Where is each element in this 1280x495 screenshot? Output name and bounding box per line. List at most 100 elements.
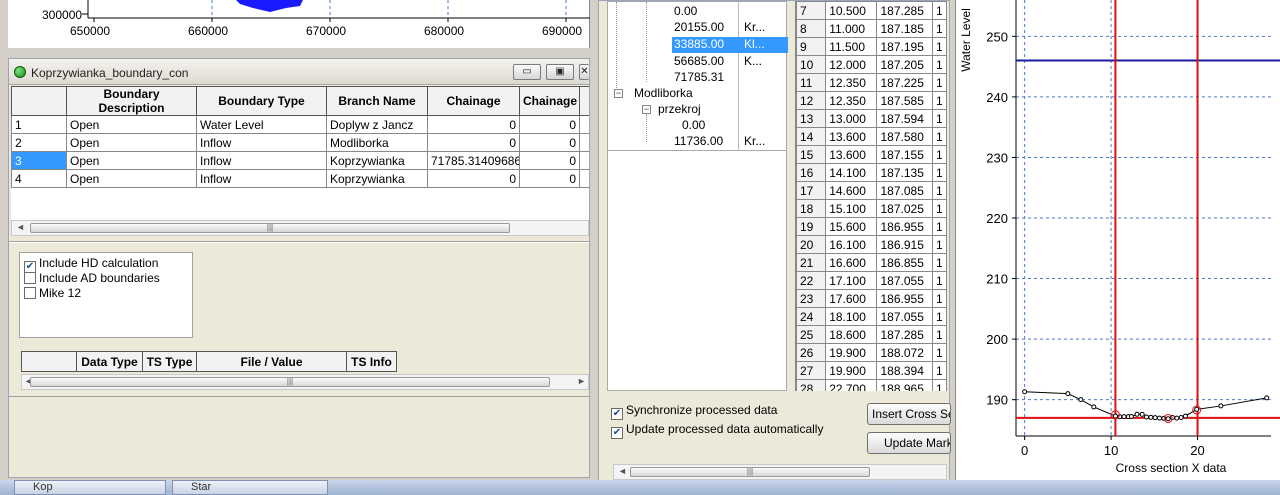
- column-header[interactable]: Boundary Description: [66, 86, 197, 116]
- table-row[interactable]: 28 22.700 188.965 1: [796, 379, 947, 391]
- cell-extra[interactable]: 1: [932, 307, 947, 326]
- cell-extra[interactable]: [579, 169, 589, 188]
- cell-z[interactable]: 187.195: [876, 37, 933, 56]
- row-id[interactable]: 4: [11, 169, 67, 188]
- cell-x[interactable]: 11.000: [825, 19, 878, 38]
- table-row[interactable]: 22 17.100 187.055 1: [796, 271, 947, 290]
- column-header[interactable]: File / Value: [196, 351, 347, 372]
- check-mike12[interactable]: Mike 12: [24, 286, 81, 301]
- table-row[interactable]: 27 19.900 188.394 1: [796, 361, 947, 380]
- cell-extra[interactable]: 1: [932, 145, 947, 164]
- table-row[interactable]: 2 Open Inflow Modliborka 0 0: [11, 133, 589, 152]
- row-index[interactable]: 23: [796, 289, 827, 308]
- table-row[interactable]: 26 19.900 188.072 1: [796, 343, 947, 362]
- row-index[interactable]: 24: [796, 307, 827, 326]
- cell-z[interactable]: 187.055: [876, 307, 933, 326]
- table-row[interactable]: 9 11.500 187.195 1: [796, 37, 947, 56]
- cell-extra[interactable]: 1: [932, 163, 947, 182]
- column-header[interactable]: [21, 351, 77, 372]
- ts-horizontal-scrollbar[interactable]: ◄ ||| ►: [21, 374, 589, 390]
- cell-extra[interactable]: [579, 133, 589, 152]
- cell-chainage[interactable]: 0: [427, 115, 520, 134]
- cell-type[interactable]: Inflow: [196, 169, 327, 188]
- taskbar-item[interactable]: Star: [172, 480, 328, 495]
- taskbar-item[interactable]: Kop: [14, 480, 166, 495]
- cell-z[interactable]: 187.085: [876, 181, 933, 200]
- cell-x[interactable]: 18.100: [825, 307, 878, 326]
- cell-extra[interactable]: 1: [932, 361, 947, 380]
- cell-z[interactable]: 187.205: [876, 55, 933, 74]
- tree-node[interactable]: 11736.00 Kr...: [674, 134, 765, 150]
- cell-z[interactable]: 187.135: [876, 163, 933, 182]
- cell-z[interactable]: 187.285: [876, 325, 933, 344]
- cell-z[interactable]: 187.185: [876, 19, 933, 38]
- cell-x[interactable]: 19.900: [825, 361, 878, 380]
- table-row[interactable]: 24 18.100 187.055 1: [796, 307, 947, 326]
- check-include-ad[interactable]: Include AD boundaries: [24, 271, 160, 286]
- cell-extra[interactable]: 1: [932, 289, 947, 308]
- table-row[interactable]: 23 17.600 186.955 1: [796, 289, 947, 308]
- cell-branch[interactable]: Koprzywianka: [326, 169, 428, 188]
- table-row[interactable]: 21 16.600 186.855 1: [796, 253, 947, 272]
- cell-x[interactable]: 12.000: [825, 55, 878, 74]
- row-index[interactable]: 10: [796, 55, 827, 74]
- cell-x[interactable]: 13.000: [825, 109, 878, 128]
- cell-z[interactable]: 187.055: [876, 271, 933, 290]
- cell-branch[interactable]: Koprzywianka: [326, 151, 428, 170]
- row-index[interactable]: 13: [796, 109, 827, 128]
- cell-z[interactable]: 187.585: [876, 91, 933, 110]
- splitter[interactable]: [9, 241, 589, 243]
- scroll-thumb[interactable]: |||: [30, 223, 510, 233]
- row-index[interactable]: 25: [796, 325, 827, 344]
- row-index[interactable]: 7: [796, 1, 827, 20]
- row-index[interactable]: 28: [796, 379, 827, 391]
- cell-extra[interactable]: 1: [932, 109, 947, 128]
- cell-x[interactable]: 14.100: [825, 163, 878, 182]
- column-header[interactable]: TS Type: [142, 351, 197, 372]
- cell-extra[interactable]: 1: [932, 217, 947, 236]
- table-row[interactable]: 11 12.350 187.225 1: [796, 73, 947, 92]
- row-index[interactable]: 12: [796, 91, 827, 110]
- row-id[interactable]: 1: [11, 115, 67, 134]
- map-canvas[interactable]: 300000 650000 660000 670000 680000 69000…: [8, 0, 590, 48]
- cell-z[interactable]: 187.155: [876, 145, 933, 164]
- cell-z[interactable]: 186.915: [876, 235, 933, 254]
- table-row[interactable]: 4 Open Inflow Koprzywianka 0 0: [11, 169, 589, 188]
- column-header[interactable]: Boundary Type: [196, 86, 327, 116]
- cell-description[interactable]: Open: [66, 133, 197, 152]
- tree-node[interactable]: 71785.31: [674, 70, 724, 86]
- cell-extra[interactable]: 1: [932, 55, 947, 74]
- cell-z[interactable]: 187.285: [876, 1, 933, 20]
- boundary-horizontal-scrollbar[interactable]: ◄ |||: [11, 220, 589, 236]
- tree-node[interactable]: 56685.00 K...: [674, 54, 762, 70]
- restore-button[interactable]: ▣: [546, 64, 574, 80]
- tree-node[interactable]: 20155.00 Kr...: [674, 20, 765, 36]
- row-index[interactable]: 17: [796, 181, 827, 200]
- sync-checkbox[interactable]: ✔ Synchronize processed data: [611, 403, 777, 420]
- cell-extra[interactable]: 1: [932, 181, 947, 200]
- cell-extra[interactable]: 1: [932, 1, 947, 20]
- collapse-icon[interactable]: −: [614, 89, 623, 98]
- cell-x[interactable]: 16.600: [825, 253, 878, 272]
- table-row[interactable]: 1 Open Water Level Doplyw z Jancz 0 0: [11, 115, 589, 134]
- cell-z[interactable]: 186.955: [876, 289, 933, 308]
- cell-chainage[interactable]: 0: [427, 133, 520, 152]
- boundary-window-titlebar[interactable]: Koprzywianka_boundary_con ▭ ▣ ✕: [9, 59, 589, 85]
- cell-extra[interactable]: 1: [932, 127, 947, 146]
- scroll-right-arrow-icon[interactable]: ►: [577, 376, 586, 386]
- cell-x[interactable]: 16.100: [825, 235, 878, 254]
- cell-chainage[interactable]: 0: [427, 169, 520, 188]
- column-header[interactable]: Branch Name: [326, 86, 428, 116]
- column-header[interactable]: Data Type: [76, 351, 143, 372]
- row-index[interactable]: 16: [796, 163, 827, 182]
- cell-x[interactable]: 10.500: [825, 1, 878, 20]
- cell-description[interactable]: Open: [66, 115, 197, 134]
- cell-extra[interactable]: 1: [932, 199, 947, 218]
- table-row[interactable]: 18 15.100 187.025 1: [796, 199, 947, 218]
- cell-description[interactable]: Open: [66, 169, 197, 188]
- cell-x[interactable]: 15.600: [825, 217, 878, 236]
- cell-x[interactable]: 13.600: [825, 145, 878, 164]
- row-id[interactable]: 2: [11, 133, 67, 152]
- row-id[interactable]: 3: [11, 151, 67, 170]
- table-row[interactable]: 20 16.100 186.915 1: [796, 235, 947, 254]
